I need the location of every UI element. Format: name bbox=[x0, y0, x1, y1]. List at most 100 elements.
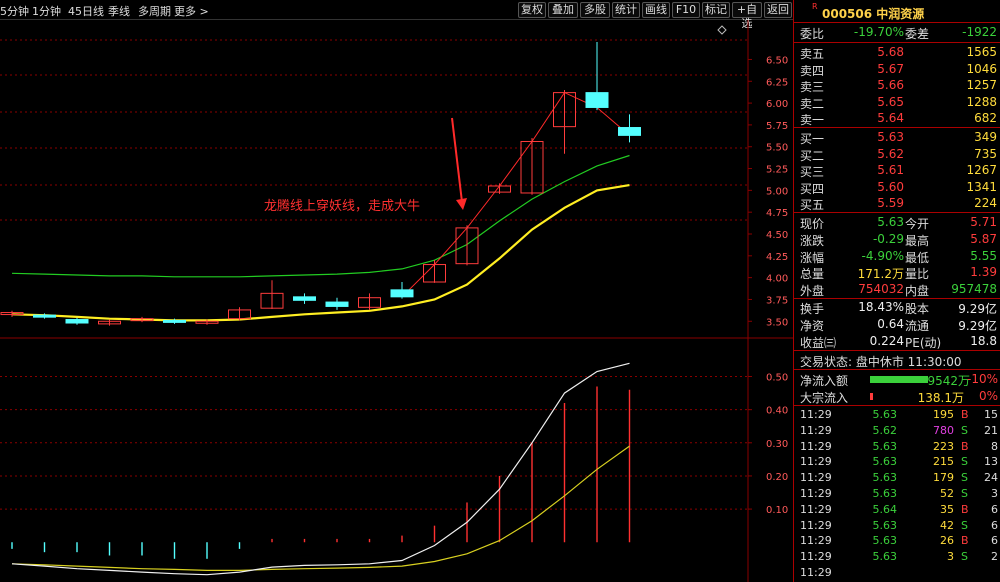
tick-side: S bbox=[961, 487, 968, 500]
fundamental-label: 换手 bbox=[800, 302, 825, 316]
y-tick-label: 5.75 bbox=[766, 121, 788, 132]
tick-side: B bbox=[961, 439, 969, 453]
quote-label: 最高 bbox=[905, 233, 930, 248]
tick-row: 11:29 5.64 35 B 6 bbox=[794, 502, 1000, 518]
badge-r: R bbox=[812, 2, 818, 11]
toolbar-button-3[interactable]: 统计 bbox=[612, 2, 640, 18]
divider bbox=[794, 22, 1000, 23]
quote-row: 现价 5.63 今开 5.71 bbox=[794, 214, 1000, 231]
tick-time: 11:29 bbox=[800, 487, 832, 500]
weicha-value: -1922 bbox=[962, 25, 997, 39]
toolbar-button-7[interactable]: +自选 bbox=[732, 2, 762, 30]
toolbar-button-1[interactable]: 叠加 bbox=[548, 2, 578, 18]
tick-row: 11:29 5.63 179 S 24 bbox=[794, 470, 1000, 486]
indicator-slow-line bbox=[11, 445, 630, 572]
stock-code-name: 000506 中润资源 bbox=[822, 7, 925, 21]
weibi-value: -19.70% bbox=[853, 25, 904, 39]
toolbar-button-0[interactable]: 复权 bbox=[518, 2, 546, 18]
ask-label: 卖三 bbox=[800, 80, 825, 95]
tick-volume: 223 bbox=[933, 439, 954, 453]
tick-price: 5.63 bbox=[872, 550, 898, 564]
bid-row: 买四 5.60 1341 bbox=[794, 179, 1000, 196]
tick-row: 11:29 5.62 780 S 21 bbox=[794, 423, 1000, 439]
quote-label: 涨跌 bbox=[800, 233, 825, 248]
toolbar-button-4[interactable]: 画线 bbox=[642, 2, 670, 18]
tick-price: 5.64 bbox=[872, 502, 898, 516]
tick-side: B bbox=[961, 502, 969, 516]
trend-line bbox=[401, 91, 630, 298]
y-tick-label: 4.00 bbox=[766, 274, 788, 285]
ask-volume: 1257 bbox=[966, 78, 997, 93]
big-flow-label: 大宗流入 bbox=[800, 391, 849, 405]
quote-value: 1.39 bbox=[970, 265, 997, 280]
ask-row: 卖一 5.64 682 bbox=[794, 110, 1000, 127]
toolbar-button-8[interactable]: 返回 bbox=[764, 2, 792, 18]
divider bbox=[794, 42, 1000, 43]
diamond-icon bbox=[717, 25, 727, 35]
tick-volume: 3 bbox=[947, 550, 954, 564]
weibi-row: 委比 -19.70% 委差 -1922 bbox=[794, 24, 1000, 41]
tick-time: 11:29 bbox=[800, 502, 832, 516]
net-flow-label: 净流入额 bbox=[800, 374, 849, 388]
tick-row: 11:29 5.63 223 B 8 bbox=[794, 439, 1000, 455]
quote-value: 5.55 bbox=[970, 248, 997, 263]
net-flow-value: -9542万 bbox=[923, 374, 970, 388]
tick-time: 11:29 bbox=[800, 439, 832, 453]
period-0[interactable]: 5分钟 bbox=[0, 3, 29, 19]
quote-label: 总量 bbox=[800, 267, 825, 282]
ask-volume: 682 bbox=[974, 111, 997, 126]
ask-volume: 1046 bbox=[966, 61, 997, 76]
fundamental-value: 18.8 bbox=[970, 333, 997, 348]
toolbar-button-6[interactable]: 标记 bbox=[702, 2, 730, 18]
quote-value: 754032 bbox=[858, 282, 904, 297]
kline-chart[interactable]: 6.50 6.25 6.00 5.75 5.50 5.25 5.00 4.75 4.50 4.25… bbox=[0, 20, 793, 582]
tick-side: B bbox=[961, 534, 969, 548]
tick-count: 3 bbox=[991, 487, 998, 500]
fundamental-row: 净资 0.64 流通 9.29亿 bbox=[794, 316, 1000, 333]
period-4[interactable]: 多周期 bbox=[138, 3, 171, 19]
tick-row: 11:29 5.63 26 B 6 bbox=[794, 533, 1000, 549]
period-3[interactable]: 季线 bbox=[108, 3, 130, 19]
ask-row: 卖四 5.67 1046 bbox=[794, 61, 1000, 78]
quote-row: 总量 171.2万 量比 1.39 bbox=[794, 264, 1000, 281]
y-tick-label: 0.10 bbox=[766, 505, 788, 516]
tick-count: 13 bbox=[984, 455, 998, 469]
big-flow-row: 大宗流入 138.1万 0% bbox=[794, 388, 1000, 405]
toolbar-button-2[interactable]: 多股 bbox=[580, 2, 610, 18]
tick-price: 5.63 bbox=[872, 439, 898, 453]
ask-row: 卖三 5.66 1257 bbox=[794, 77, 1000, 94]
quote-label: 现价 bbox=[800, 217, 825, 231]
ask-price: 5.66 bbox=[877, 78, 904, 93]
period-1[interactable]: 1分钟 bbox=[32, 3, 61, 19]
tick-side: B bbox=[961, 408, 969, 421]
toolbar-button-5[interactable]: F10 bbox=[672, 2, 700, 18]
candle-body bbox=[325, 301, 349, 307]
bid-row: 买一 5.63 349 bbox=[794, 129, 1000, 146]
bid-price: 5.63 bbox=[877, 130, 904, 144]
stock-title[interactable]: R 000506 中润资源 bbox=[794, 0, 1000, 22]
quote-value: -0.29 bbox=[872, 231, 904, 246]
fundamental-label: 收益㈢ bbox=[800, 335, 837, 350]
tick-row: 11:29 5.63 42 S 6 bbox=[794, 518, 1000, 534]
tick-price: 5.63 bbox=[872, 471, 898, 485]
net-flow-bar bbox=[870, 376, 928, 383]
trade-status-text: 交易状态: 盘中休市 11:30:00 bbox=[800, 355, 962, 369]
y-tick-label: 6.50 bbox=[766, 55, 788, 66]
tick-volume: 780 bbox=[933, 423, 954, 437]
top-toolbar: 5分钟 1分钟 45日线 季线 多周期 更多 > 复权 叠加 多股 统计 画线 F10 标记 +自选 返回 bbox=[0, 0, 793, 30]
tick-time: 11:29 bbox=[800, 408, 832, 421]
bid-row: 买三 5.61 1267 bbox=[794, 162, 1000, 179]
candle-body bbox=[163, 319, 186, 323]
bid-row: 买二 5.62 735 bbox=[794, 146, 1000, 163]
ask-row: 卖五 5.68 1565 bbox=[794, 44, 1000, 61]
period-2[interactable]: 45日线 bbox=[68, 3, 104, 19]
y-tick-label: 6.25 bbox=[766, 77, 788, 88]
bid-volume: 224 bbox=[974, 196, 997, 211]
tick-side: S bbox=[961, 471, 968, 485]
period-5[interactable]: 更多 > bbox=[174, 3, 209, 19]
tick-row: 11:29 5.63 215 S 13 bbox=[794, 454, 1000, 470]
ask-row: 卖二 5.65 1288 bbox=[794, 94, 1000, 111]
tick-time: 11:29 bbox=[800, 455, 832, 469]
quote-value: -4.90% bbox=[861, 248, 904, 263]
tick-price: 5.63 bbox=[872, 534, 898, 548]
